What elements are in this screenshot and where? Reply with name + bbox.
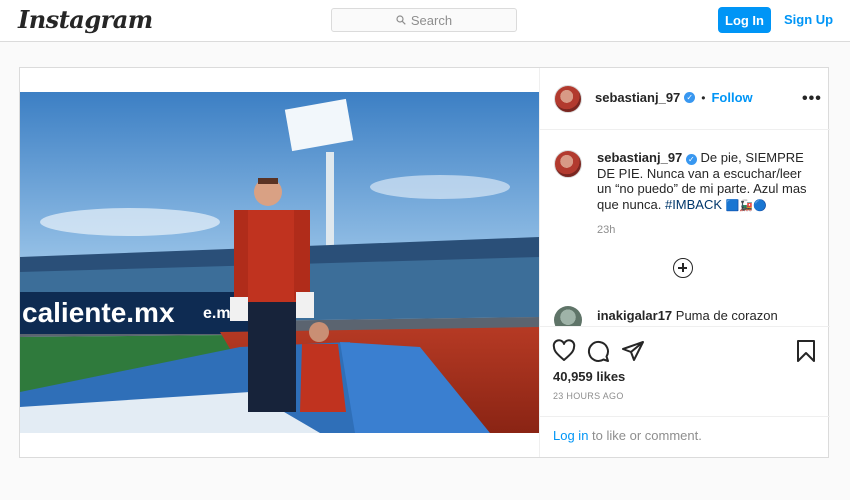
author-avatar[interactable]: [554, 85, 582, 113]
caption-author-username[interactable]: sebastianj_97: [597, 150, 682, 165]
caption-emojis: 🟦🚂🔵: [725, 199, 767, 212]
post-caption: sebastianj_97 ✓ De pie, SIEMPRE DE PIE. …: [597, 150, 817, 214]
comment-icon[interactable]: [586, 339, 610, 363]
likes-count[interactable]: 40,959 likes: [553, 369, 625, 384]
follow-button[interactable]: Follow: [711, 90, 752, 105]
caption-timestamp: 23h: [597, 224, 616, 236]
author-info: sebastianj_97 ✓ • Follow: [595, 90, 753, 105]
post-actions: 40,959 likes 23 HOURS AGO Log in to like…: [540, 326, 830, 457]
plus-circle-icon[interactable]: [673, 258, 693, 278]
search-icon: [396, 15, 406, 25]
post-card: caliente.mx e.mx sebastianj_97 ✓ • Follo…: [19, 67, 830, 458]
verified-icon: ✓: [684, 92, 696, 103]
login-prompt: Log in to like or comment.: [540, 416, 830, 458]
commenter-avatar[interactable]: [554, 306, 582, 326]
comment-item: inakigalar17 Puma de corazon: [554, 306, 824, 326]
verified-icon: ✓: [685, 154, 697, 165]
post-header: sebastianj_97 ✓ • Follow •••: [540, 68, 830, 130]
login-prompt-text: to like or comment.: [592, 428, 702, 443]
post-image[interactable]: caliente.mx e.mx: [20, 92, 539, 433]
search-input[interactable]: Search: [331, 8, 517, 32]
instagram-logo[interactable]: Instagram: [18, 5, 153, 34]
search-placeholder: Search: [410, 12, 453, 28]
heart-icon[interactable]: [552, 339, 576, 363]
stadium-photo: caliente.mx e.mx: [20, 92, 539, 433]
bookmark-icon[interactable]: [794, 339, 818, 363]
separator-dot: •: [701, 90, 706, 105]
author-username[interactable]: sebastianj_97: [595, 90, 680, 105]
login-link[interactable]: Log in: [553, 428, 588, 443]
signup-link[interactable]: Sign Up: [784, 12, 833, 27]
caption-hashtag[interactable]: #IMBACK: [665, 197, 722, 212]
sponsor-text: caliente.mx: [22, 297, 175, 328]
caption-author-avatar[interactable]: [554, 150, 582, 178]
more-icon[interactable]: •••: [802, 90, 822, 108]
post-sidebar: sebastianj_97 ✓ • Follow ••• sebastianj_…: [539, 68, 830, 457]
comment-text: Puma de corazon: [675, 308, 778, 323]
post-date: 23 HOURS AGO: [553, 391, 624, 401]
top-navigation-bar: Instagram Search Log In Sign Up: [0, 0, 850, 42]
login-button[interactable]: Log In: [718, 7, 771, 33]
share-icon[interactable]: [621, 339, 645, 363]
comment-content: inakigalar17 Puma de corazon: [597, 308, 778, 323]
commenter-username[interactable]: inakigalar17: [597, 308, 672, 323]
